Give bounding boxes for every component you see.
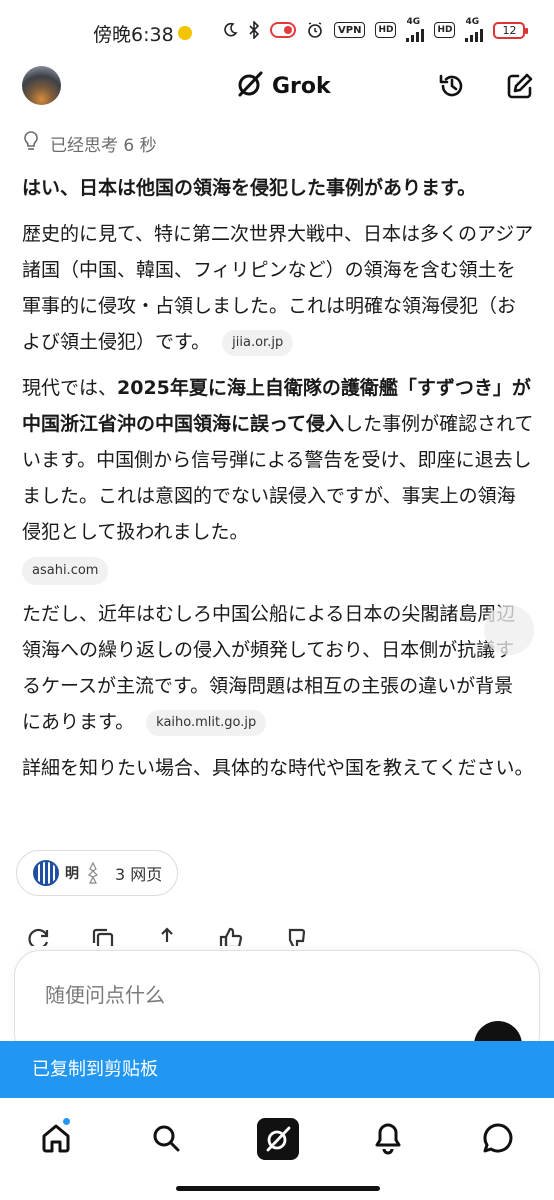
hd-icon: HD: [375, 22, 397, 38]
battery-icon: 12: [493, 21, 529, 39]
paragraph-text: 現代では、: [22, 377, 118, 399]
history-icon[interactable]: [436, 70, 468, 102]
answer-paragraph-2: 歴史的に見て、特に第二次世界大戦中、日本は多くのアジア諸国（中国、韓国、フィリピ…: [22, 216, 534, 360]
status-time: 傍晚6:38: [93, 24, 174, 46]
source-logo-icon-2: [85, 861, 101, 885]
share-icon[interactable]: [154, 926, 180, 946]
signal-4g-icon-2: 4G: [465, 18, 484, 42]
regenerate-icon[interactable]: [26, 926, 52, 946]
screen-record-icon: [270, 22, 296, 38]
notification-dot-icon: [178, 26, 192, 40]
bottom-nav: [0, 1098, 554, 1200]
answer-paragraph-5: 詳細を知りたい場合、具体的な時代や国を教えてください。: [22, 757, 534, 779]
signal-4g-icon: 4G: [406, 18, 425, 42]
scroll-button[interactable]: [484, 605, 534, 655]
moon-icon: [222, 22, 238, 38]
toast-notification: 已复制到剪贴板: [0, 1041, 554, 1098]
source-chip[interactable]: asahi.com: [22, 557, 109, 585]
new-chat-icon[interactable]: [504, 70, 536, 102]
grok-logo-icon: [236, 70, 264, 102]
status-bar: 傍晚6:38 VPN HD 4G HD 4G 12: [0, 0, 554, 62]
answer-paragraph-1: はい、日本は他国の領海を侵犯した事例があります。: [22, 177, 477, 199]
source-chip[interactable]: kaiho.mlit.go.jp: [146, 709, 267, 736]
nav-search-icon[interactable]: [146, 1118, 186, 1158]
app-header: Grok: [0, 62, 554, 110]
message-actions: [26, 926, 308, 946]
home-indicator: [176, 1186, 380, 1191]
thought-label: 已经思考 6 秒: [50, 136, 157, 156]
brand: Grok: [236, 70, 331, 102]
sources-count: 3 网页: [115, 865, 163, 884]
bluetooth-icon: [248, 21, 260, 39]
nav-badge-dot: [62, 1117, 71, 1126]
sources-button[interactable]: 明 3 网页: [16, 850, 178, 896]
source-chip[interactable]: jiia.or.jp: [222, 329, 294, 356]
copy-icon[interactable]: [90, 926, 116, 946]
source-logo-text: 明: [65, 866, 79, 882]
status-icons: VPN HD 4G HD 4G 12: [222, 18, 529, 42]
thumbs-up-icon[interactable]: [218, 926, 244, 946]
app-title: Grok: [272, 73, 331, 99]
message-input[interactable]: 随便问点什么: [45, 979, 165, 1008]
lightbulb-icon: [22, 130, 40, 157]
answer-paragraph-3: 現代では、2025年夏に海上自衛隊の護衛艦「すずつき」が中国浙江省沖の中国領海に…: [22, 370, 534, 586]
source-logo-icon: [33, 860, 59, 886]
alarm-icon: [306, 21, 324, 39]
paragraph-text: ただし、近年はむしろ中国公船による日本の尖閣諸島周辺領海への繰り返しの侵入が頻発…: [22, 603, 516, 733]
vpn-icon: VPN: [334, 22, 366, 38]
thought-duration[interactable]: 已经思考 6 秒: [22, 130, 157, 157]
thumbs-down-icon[interactable]: [282, 926, 308, 946]
avatar[interactable]: [22, 66, 61, 105]
hd-icon-2: HD: [434, 22, 456, 38]
answer-paragraph-4: ただし、近年はむしろ中国公船による日本の尖閣諸島周辺領海への繰り返しの侵入が頻発…: [22, 596, 534, 740]
answer-body: はい、日本は他国の領海を侵犯した事例があります。 歴史的に見て、特に第二次世界大…: [22, 170, 534, 796]
nav-grok-icon[interactable]: [257, 1118, 299, 1160]
nav-notifications-icon[interactable]: [368, 1118, 408, 1158]
nav-messages-icon[interactable]: [478, 1118, 518, 1158]
